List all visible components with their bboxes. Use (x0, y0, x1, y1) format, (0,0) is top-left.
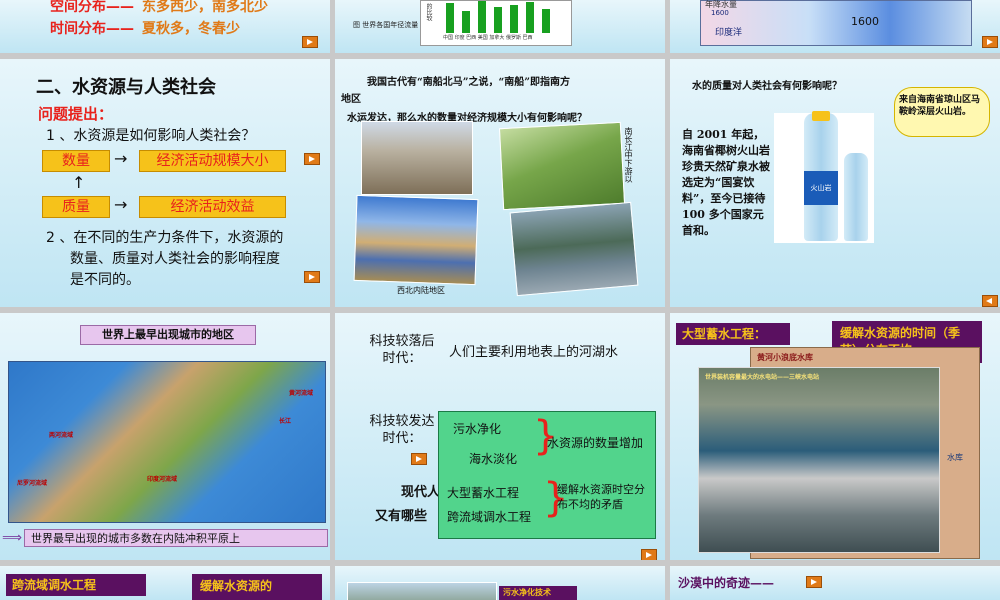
map-isohyet: 1600 (851, 15, 879, 28)
map-label: 长江 (279, 418, 292, 425)
quantity-box: 数量 (42, 150, 110, 172)
footer-banner: 世界最早出现的城市多数在内陆冲积平原上 (24, 529, 328, 547)
bar (510, 5, 518, 33)
reservoir-label: 水库 (947, 453, 963, 462)
map-label: 印度河流域 (147, 476, 178, 483)
question-2-line3: 是不同的。 (70, 272, 140, 288)
question-2-line2: 数量、质量对人类社会的影响程度 (70, 251, 280, 267)
quality-question: 水的质量对人类社会有何影响呢？ (692, 81, 842, 92)
item-reservoir: 大型蓄水工程 (447, 486, 520, 500)
arrow-up: ↑ (72, 173, 86, 192)
item-quantity: 水资源的数量增加 (547, 436, 644, 450)
runoff-chart: 的比较 中国 印度 巴西 美国 加拿大 俄罗斯 巴西 (420, 0, 572, 46)
lagging-text: 人们主要利用地表上的河湖水 (449, 345, 619, 360)
photo-horses-grassland (361, 121, 473, 195)
item-relieve: 缓解水资源时空分布不均的矛盾 (557, 483, 645, 511)
modern-text: 现代人 (401, 485, 441, 500)
slide-precipitation-map[interactable]: 年降水量 1600 印度洋 1600 (670, 0, 1000, 53)
xiaolangdi-label: 黄河小浪底水库 (757, 353, 813, 362)
map-label: 黄河流域 (289, 390, 314, 397)
slide-title: 二、水资源与人类社会 (36, 77, 216, 98)
lagging-label: 科技较落后时代： (369, 334, 435, 366)
three-gorges-caption: 世界装机容量最大的水电站——三峡水电站 (705, 374, 820, 381)
slide-water-distribution[interactable]: 空间分布—— 东多西少，南多北少 时间分布—— 夏秋多，冬春少 (0, 0, 330, 53)
photo-paddy-fields (498, 121, 626, 211)
time-value: 夏秋多，冬春少 (142, 21, 240, 37)
technology-panel: 污水净化 海水淡化 } 水资源的数量增加 大型蓄水工程 跨流域调水工程 } 缓解… (438, 411, 656, 539)
photo-river-ship (509, 201, 639, 297)
bar (526, 2, 534, 33)
map-place: 印度洋 (715, 28, 743, 38)
chart-ylabel: 的比较 (425, 3, 432, 21)
slide-water-quality[interactable]: 水的质量对人类社会有何影响呢？ 来自海南省琼山区马鞍岭深层火山岩。 火山岩 自 … (670, 59, 1000, 307)
next-slide-button[interactable] (304, 271, 320, 283)
slide-sewage-treatment[interactable]: 污水净化技术 (335, 566, 665, 600)
slide-runoff-chart[interactable]: 图 世界各国年径流量 的比较 中国 印度 巴西 美国 加拿大 俄罗斯 巴西 (335, 0, 665, 53)
developed-label: 科技较发达时代： (369, 414, 435, 446)
space-label: 空间分布—— (50, 0, 134, 15)
other-text: 又有哪些 (375, 509, 428, 524)
slide-reservoir-projects[interactable]: 大型蓄水工程： 缓解水资源的时间（季节）分布不均 黄河小浪底水库 水库 世界装机… (670, 313, 1000, 560)
next-slide-button[interactable] (304, 153, 320, 165)
slide-desert-miracle[interactable]: 沙漠中的奇迹—— (670, 566, 1000, 600)
slide-title: 世界上最早出现城市的地区 (80, 325, 256, 345)
question-heading: 问题提出： (38, 105, 114, 123)
bottle-cap (812, 111, 830, 121)
bar (542, 9, 550, 33)
bar (494, 7, 502, 33)
time-label: 时间分布—— (50, 21, 134, 37)
intro-line1: 我国古代有“南船北马”之说，“南船”即指南方 (367, 77, 571, 88)
info-bubble: 来自海南省琼山区马鞍岭深层火山岩。 (894, 87, 990, 137)
slide-inter-basin-transfer[interactable]: 跨流域调水工程 缓解水资源的 (0, 566, 330, 600)
tech-badge: 污水净化技术 (499, 586, 577, 600)
benefit-box: 经济活动效益 (139, 196, 286, 218)
mineral-water-photo: 火山岩 (774, 111, 874, 243)
item-desalination: 海水淡化 (469, 452, 518, 466)
next-slide-button[interactable] (411, 453, 427, 465)
chart-xlabels: 中国 印度 巴西 美国 加拿大 俄罗斯 巴西 (443, 35, 533, 41)
previous-slide-button[interactable] (982, 295, 998, 307)
photo-caption: 西北内陆地区 (397, 286, 445, 295)
quality-box: 质量 (42, 196, 110, 218)
item-transfer: 跨流域调水工程 (447, 510, 532, 524)
question-2-line1: 2 、在不同的生产力条件下，水资源的 (46, 230, 284, 246)
next-slide-button[interactable] (302, 36, 318, 48)
three-gorges-photo: 世界装机容量最大的水电站——三峡水电站 (698, 367, 940, 553)
arrow-right: → (114, 149, 128, 168)
bar (462, 11, 470, 33)
quality-text: 自 2001 年起，海南省椰树火山岩珍贵天然矿泉水被选定为“国宴饮料”，至今已接… (682, 128, 770, 237)
side-caption: 南长江中下游以 (624, 127, 633, 183)
bottle-label: 火山岩 (804, 171, 838, 205)
photo-desert-lake (353, 194, 479, 286)
next-slide-button[interactable] (806, 576, 822, 588)
precipitation-map: 年降水量 1600 印度洋 1600 (700, 0, 972, 46)
arrow-pointer: ⟹ (2, 530, 23, 546)
slide-water-technology[interactable]: 科技较落后时代： 人们主要利用地表上的河湖水 科技较发达时代： 现代人 又有哪些… (335, 313, 665, 560)
slide-title: 大型蓄水工程： (676, 323, 790, 345)
bottle-small (844, 153, 868, 241)
intro-line2: 地区 (341, 94, 361, 105)
treatment-plant-photo (347, 582, 497, 600)
next-slide-button[interactable] (641, 549, 657, 560)
slide-water-and-society[interactable]: 二、水资源与人类社会 问题提出： 1 、水资源是如何影响人类社会？ 数量 → 经… (0, 59, 330, 307)
purpose-badge: 缓解水资源的 (192, 574, 322, 600)
scale-box: 经济活动规模大小 (139, 150, 286, 172)
chart-caption: 图 世界各国年径流量 (353, 21, 419, 29)
bar (446, 3, 454, 33)
slide-title: 沙漠中的奇迹—— (678, 576, 775, 590)
map-label: 尼罗河流域 (17, 480, 48, 487)
bar (478, 1, 486, 33)
slide-title: 跨流域调水工程 (6, 574, 146, 596)
world-map: 黄河流域 两河流域 印度河流域 尼罗河流域 长江 (8, 361, 326, 523)
slide-earliest-cities[interactable]: 世界上最早出现城市的地区 黄河流域 两河流域 印度河流域 尼罗河流域 长江 ⟹ … (0, 313, 330, 560)
question-1: 1 、水资源是如何影响人类社会？ (46, 128, 256, 144)
slide-south-boat-north-horse[interactable]: 我国古代有“南船北马”之说，“南船”即指南方 地区 水运发达，那么水的数量对经济… (335, 59, 665, 307)
map-tick-1600: 1600 (711, 9, 729, 17)
space-value: 东多西少，南多北少 (142, 0, 268, 15)
next-slide-button[interactable] (982, 36, 998, 48)
item-sewage: 污水净化 (453, 422, 502, 436)
arrow-right: → (114, 195, 128, 214)
map-label: 两河流域 (49, 432, 74, 439)
